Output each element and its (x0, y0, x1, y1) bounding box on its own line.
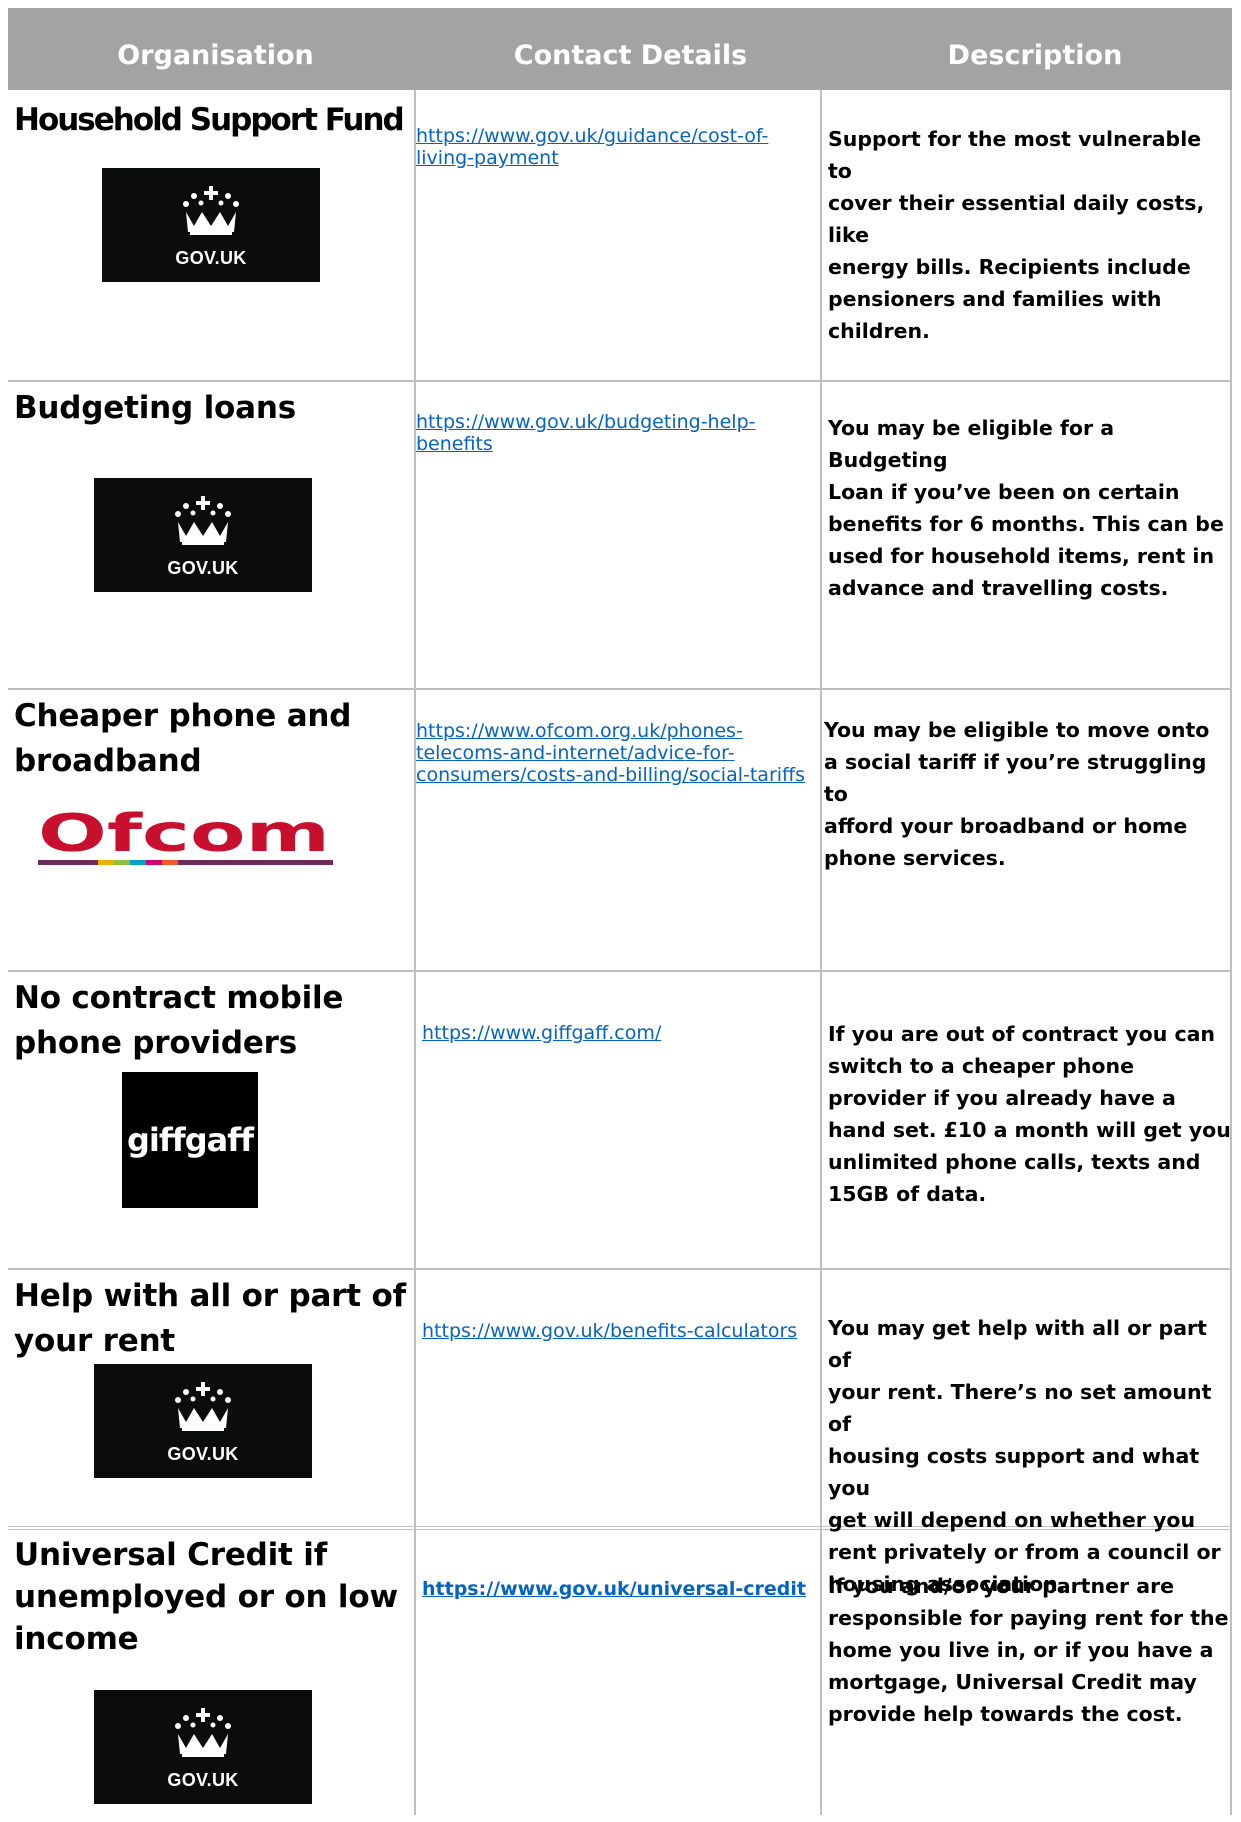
column-divider (820, 90, 822, 1815)
column-divider (1230, 90, 1232, 1815)
contact-link[interactable]: https://www.gov.uk/benefits-calculators (422, 1320, 797, 1342)
description-text: If you and/or your partner are responsibl… (828, 1574, 1229, 1726)
description-text: Support for the most vulnerable to cover … (828, 127, 1205, 343)
contact-link[interactable]: https://www.gov.uk/guidance/cost-of-livi… (416, 125, 768, 169)
gov-uk-logo-text: GOV.UK (175, 248, 247, 268)
gov-uk-logo: GOV.UK (94, 478, 312, 592)
gov-uk-logo: GOV.UK (94, 1364, 312, 1478)
crown-icon (175, 496, 231, 545)
giffgaff-logo: giffgaff (122, 1072, 258, 1208)
organisation-name: Budgeting loans (14, 390, 296, 426)
gov-uk-logo: GOV.UK (102, 168, 320, 282)
column-divider (414, 90, 416, 1815)
crown-icon (175, 1382, 231, 1431)
gov-uk-logo-text: GOV.UK (167, 558, 239, 578)
table-row: No contract mobile phone providers giffga… (8, 972, 1232, 1270)
header-contact-details: Contact Details (513, 40, 748, 71)
gov-uk-logo-text: GOV.UK (167, 1770, 239, 1790)
description-text: You may be eligible for a Budgeting Loan … (828, 416, 1224, 600)
table-header: Organisation Contact Details Description (8, 8, 1232, 90)
contact-link[interactable]: https://www.giffgaff.com/ (422, 1022, 661, 1044)
crown-icon (183, 186, 239, 235)
organisation-name: No contract mobile phone providers (14, 980, 344, 1061)
crown-icon (175, 1708, 231, 1757)
header-description: Description (947, 40, 1123, 71)
description-text: You may be eligible to move onto a social… (824, 718, 1210, 870)
organisation-name: Household Support Fund (14, 102, 405, 138)
table-row: Universal Credit if unemployed or on low i… (8, 1532, 1232, 1822)
contact-link[interactable]: https://www.gov.uk/universal-credit (422, 1578, 806, 1600)
table-row: Help with all or part of your rent GOV.UK… (8, 1270, 1232, 1596)
header-organisation: Organisation (117, 40, 314, 71)
gov-uk-logo: GOV.UK (94, 1690, 312, 1804)
svg-text:Ofcom: Ofcom (38, 808, 330, 864)
organisation-name: Cheaper phone and broadband (14, 698, 352, 779)
ofcom-logo: Ofcom (38, 804, 333, 870)
contact-link[interactable]: https://www.gov.uk/budgeting-help-benefi… (416, 411, 756, 455)
table-row: Cheaper phone and broadband Ofcom https:/… (8, 690, 1232, 972)
table-row: Budgeting loans GOV.UK https://www.gov.u… (8, 382, 1232, 690)
description-text: If you are out of contract you can switch… (828, 1022, 1231, 1206)
organisation-name: Help with all or part of your rent (14, 1278, 406, 1359)
table-row: Household Support Fund GOV.UK https://ww… (8, 90, 1232, 382)
contact-link[interactable]: https://www.ofcom.org.uk/phones-telecoms… (416, 720, 805, 786)
gov-uk-logo-text: GOV.UK (167, 1444, 239, 1464)
organisation-name: Universal Credit if unemployed or on low i… (14, 1537, 398, 1657)
